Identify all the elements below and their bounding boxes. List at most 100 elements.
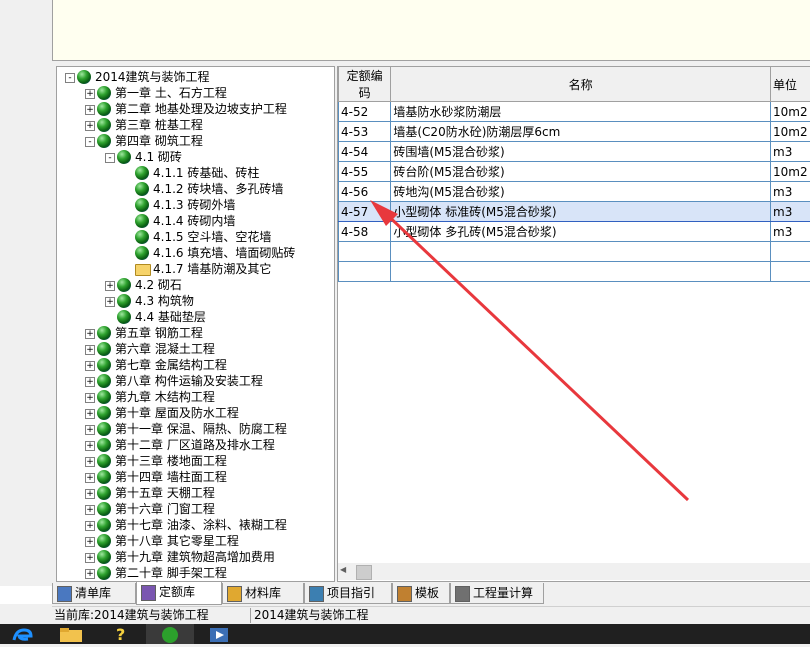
folder-icon [227, 586, 242, 602]
media-app-icon[interactable] [196, 624, 244, 644]
cell-unit[interactable]: m3 [771, 202, 810, 222]
cell-name[interactable] [391, 242, 771, 262]
hscroll-thumb[interactable] [356, 565, 372, 580]
tree-item-label: 第十二章 厂区道路及排水工程 [115, 437, 275, 453]
header-code[interactable]: 定额编码 [339, 67, 391, 102]
expand-icon[interactable]: + [85, 345, 95, 355]
quota-grid[interactable]: 定额编码 名称 单位 4-52墙基防水砂浆防潮层10m24-53墙基(C20防水… [337, 66, 810, 582]
status-bar: 当前库:2014建筑与装饰工程 2014建筑与装饰工程 [52, 606, 810, 624]
cell-name[interactable]: 墙基(C20防水砼)防潮层厚6cm [391, 122, 771, 142]
expand-icon[interactable]: + [85, 457, 95, 467]
globe-icon [135, 214, 149, 228]
table-row[interactable]: 4-54砖围墙(M5混合砂浆)m3 [339, 142, 810, 162]
grid-horizontal-scrollbar[interactable]: ◀ [338, 563, 810, 580]
expand-icon[interactable]: + [85, 329, 95, 339]
cell-name[interactable]: 墙基防水砂浆防潮层 [391, 102, 771, 122]
cell-code[interactable]: 4-56 [339, 182, 391, 202]
cell-name[interactable]: 砖围墙(M5混合砂浆) [391, 142, 771, 162]
cell-unit[interactable] [771, 262, 810, 282]
tree-item-label: 第七章 金属结构工程 [115, 357, 227, 373]
cell-name[interactable]: 砖地沟(M5混合砂浆) [391, 182, 771, 202]
list-icon [57, 586, 72, 602]
table-row[interactable]: 4-56砖地沟(M5混合砂浆)m3 [339, 182, 810, 202]
expand-icon[interactable]: + [85, 121, 95, 131]
table-row[interactable] [339, 262, 810, 282]
cell-unit[interactable] [771, 242, 810, 262]
globe-icon [97, 390, 111, 404]
chapter-tree[interactable]: ▲ ▼ -2014建筑与装饰工程+第一章 土、石方工程+第二章 地基处理及边坡支… [56, 66, 335, 582]
header-unit[interactable]: 单位 [771, 67, 810, 102]
tab-quota[interactable]: 定额库 [136, 582, 222, 605]
edge-browser-icon[interactable] [0, 624, 48, 644]
table-row[interactable]: 4-52墙基防水砂浆防潮层10m2 [339, 102, 810, 122]
expand-icon[interactable]: + [105, 281, 115, 291]
tab-calc[interactable]: 工程量计算 [450, 583, 544, 604]
expand-icon[interactable]: + [85, 441, 95, 451]
tab-list[interactable]: 清单库 [52, 583, 136, 604]
header-name[interactable]: 名称 [391, 67, 771, 102]
cell-code[interactable] [339, 262, 391, 282]
tree-item-label: 第十五章 天棚工程 [115, 485, 215, 501]
cell-unit[interactable]: 10m2 [771, 122, 810, 142]
expand-icon[interactable]: + [85, 521, 95, 531]
tab-guide[interactable]: 项目指引 [304, 583, 392, 604]
tree-item-label: 第五章 钢筋工程 [115, 325, 203, 341]
expand-icon[interactable]: + [85, 393, 95, 403]
table-row[interactable]: 4-53墙基(C20防水砼)防潮层厚6cm10m2 [339, 122, 810, 142]
cell-unit[interactable]: m3 [771, 142, 810, 162]
table-row[interactable]: 4-57小型砌体 标准砖(M5混合砂浆)m3 [339, 202, 810, 222]
table-row[interactable] [339, 242, 810, 262]
expand-icon[interactable]: + [85, 489, 95, 499]
globe-icon [97, 422, 111, 436]
cell-name[interactable]: 小型砌体 标准砖(M5混合砂浆) [391, 202, 771, 222]
status-library-name: 2014建筑与装饰工程 [252, 608, 554, 623]
cell-name[interactable]: 小型砌体 多孔砖(M5混合砂浆) [391, 222, 771, 242]
tree-item-label: 第十七章 油漆、涂料、裱糊工程 [115, 517, 287, 533]
expand-icon[interactable]: + [105, 297, 115, 307]
cell-code[interactable]: 4-58 [339, 222, 391, 242]
help-icon[interactable]: ? [98, 624, 146, 644]
globe-icon [97, 502, 111, 516]
file-explorer-icon[interactable] [50, 624, 98, 644]
collapse-icon[interactable]: - [65, 73, 75, 83]
scroll-left-icon[interactable]: ◀ [340, 565, 346, 574]
expand-icon[interactable]: + [85, 409, 95, 419]
expand-icon[interactable]: + [85, 537, 95, 547]
cell-name[interactable]: 砖台阶(M5混合砂浆) [391, 162, 771, 182]
cell-code[interactable]: 4-52 [339, 102, 391, 122]
table-row[interactable]: 4-58小型砌体 多孔砖(M5混合砂浆)m3 [339, 222, 810, 242]
tree-item-label: 4.1 砌砖 [135, 149, 182, 165]
cell-code[interactable] [339, 242, 391, 262]
tab-label: 工程量计算 [473, 583, 533, 603]
collapse-icon[interactable]: - [105, 153, 115, 163]
cell-unit[interactable]: m3 [771, 222, 810, 242]
cell-code[interactable]: 4-57 [339, 202, 391, 222]
globe-icon [97, 342, 111, 356]
taskbar: ? [0, 624, 810, 644]
expand-icon[interactable]: + [85, 105, 95, 115]
tab-folder[interactable]: 材料库 [222, 583, 304, 604]
cell-unit[interactable]: 10m2 [771, 162, 810, 182]
cell-name[interactable] [391, 262, 771, 282]
tree-item-label: 第四章 砌筑工程 [115, 133, 203, 149]
cell-code[interactable]: 4-53 [339, 122, 391, 142]
expand-icon[interactable]: + [85, 89, 95, 99]
expand-icon[interactable]: + [85, 377, 95, 387]
expand-icon[interactable]: + [85, 473, 95, 483]
cell-code[interactable]: 4-55 [339, 162, 391, 182]
cell-unit[interactable]: 10m2 [771, 102, 810, 122]
expand-icon[interactable]: + [85, 505, 95, 515]
table-row[interactable]: 4-55砖台阶(M5混合砂浆)10m2 [339, 162, 810, 182]
budget-app-icon[interactable] [146, 624, 194, 644]
cell-unit[interactable]: m3 [771, 182, 810, 202]
expand-icon[interactable]: + [85, 361, 95, 371]
expand-icon[interactable]: + [85, 553, 95, 563]
expand-icon[interactable]: + [85, 569, 95, 579]
cell-code[interactable]: 4-54 [339, 142, 391, 162]
expand-icon[interactable]: + [85, 425, 95, 435]
tree-item-label: 4.4 基础垫层 [135, 309, 206, 325]
tree-item-label: 第二章 地基处理及边坡支护工程 [115, 101, 287, 117]
description-panel[interactable] [52, 0, 810, 61]
collapse-icon[interactable]: - [85, 137, 95, 147]
tab-template[interactable]: 模板 [392, 583, 450, 604]
